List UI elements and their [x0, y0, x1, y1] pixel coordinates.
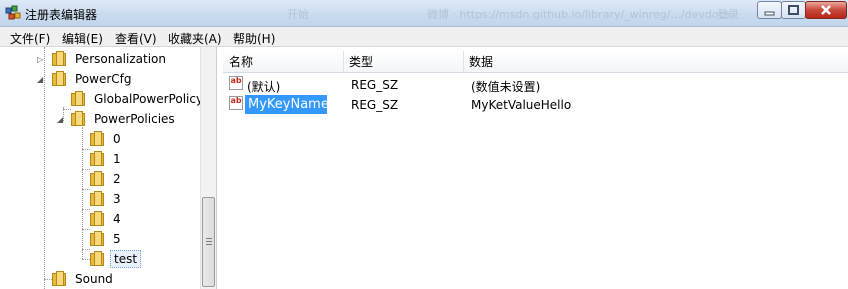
tree-item-label: Sound: [75, 272, 113, 286]
value-data: MyKetValueHello: [471, 98, 572, 112]
background-text-1: 开始: [287, 8, 309, 21]
tree-line: [44, 279, 52, 280]
column-header-data[interactable]: 数据: [463, 51, 843, 73]
folder-icon: [71, 91, 85, 106]
tree-line: [82, 249, 90, 250]
title-bar[interactable]: 注册表编辑器 开始 微博 · https://msdn.github.io/li…: [0, 0, 848, 27]
menu-bar: 文件(F) 编辑(E) 查看(V) 收藏夹(A) 帮助(H): [0, 27, 848, 47]
folder-icon: [90, 191, 104, 206]
maximize-button[interactable]: [781, 1, 806, 19]
background-text-2: 微博 · https://msdn.github.io/library/_win…: [427, 8, 731, 21]
value-name: (默认): [247, 80, 281, 94]
rename-input[interactable]: MyKeyName: [245, 95, 329, 114]
tree-item-label: 1: [113, 152, 121, 166]
folder-icon: [90, 131, 104, 146]
tree-line: [82, 259, 90, 260]
tree-item-label: Personalization: [75, 52, 166, 66]
menu-edit[interactable]: 编辑(E): [62, 30, 103, 47]
value-data: (数值未设置): [471, 80, 541, 94]
list-row-default[interactable]: ab (默认) REG_SZ (数值未设置): [223, 75, 848, 95]
folder-icon: [90, 231, 104, 246]
tree-line: [82, 127, 83, 259]
tree-item-label: test: [110, 250, 142, 268]
tree-line: [82, 209, 90, 210]
chevron-down-icon[interactable]: ◢: [57, 115, 66, 124]
tree-scrollbar[interactable]: [200, 47, 216, 289]
tree-item-label: PowerCfg: [75, 72, 132, 86]
minimize-button[interactable]: [757, 1, 782, 19]
chevron-right-icon[interactable]: ▷: [37, 55, 46, 64]
close-icon: [821, 5, 831, 15]
tree-line: [63, 109, 71, 110]
string-value-icon: ab: [229, 76, 243, 90]
close-button[interactable]: [805, 1, 847, 19]
value-type: REG_SZ: [351, 98, 399, 112]
window-title: 注册表编辑器: [25, 8, 98, 22]
folder-icon: [90, 211, 104, 226]
folder-icon: [90, 151, 104, 166]
folder-icon: [90, 251, 104, 266]
tree-item-label: 5: [113, 232, 121, 246]
folder-open-icon: [71, 111, 85, 126]
registry-editor-icon: [5, 5, 21, 20]
tree-item-label: PowerPolicies: [94, 112, 175, 126]
menu-help[interactable]: 帮助(H): [233, 30, 275, 47]
grip-icon: [206, 244, 212, 245]
grip-icon: [206, 238, 212, 239]
folder-icon: [90, 171, 104, 186]
string-value-icon: ab: [229, 96, 243, 110]
background-text-3: 登录: [717, 8, 739, 21]
tree-line: [82, 229, 90, 230]
scrollbar-thumb[interactable]: [202, 197, 215, 287]
tree-item-label: 2: [113, 172, 121, 186]
minimize-icon: [764, 11, 775, 16]
folder-open-icon: [52, 71, 66, 86]
values-list[interactable]: 名称 类型 数据 ab (默认) REG_SZ (数值未设置) ab MyKey…: [223, 47, 848, 289]
tree-item-label: 4: [113, 212, 121, 226]
folder-icon: [52, 51, 66, 66]
tree-line: [82, 169, 90, 170]
folder-icon: [52, 271, 66, 286]
column-header-name[interactable]: 名称: [223, 51, 343, 73]
menu-file[interactable]: 文件(F): [10, 30, 50, 47]
tree-item-label: 3: [113, 192, 121, 206]
tree-line: [82, 149, 90, 150]
column-header-type[interactable]: 类型: [343, 51, 463, 73]
tree-item-label: GlobalPowerPolicy: [94, 92, 204, 106]
tree-item-label: 0: [113, 132, 121, 146]
maximize-icon: [788, 5, 799, 15]
menu-favorites[interactable]: 收藏夹(A): [168, 30, 222, 47]
tree-line: [82, 189, 90, 190]
menu-view[interactable]: 查看(V): [115, 30, 157, 47]
grip-icon: [206, 241, 212, 242]
value-type: REG_SZ: [351, 78, 399, 92]
chevron-down-icon[interactable]: ◢: [37, 75, 46, 84]
registry-tree[interactable]: ▷ Personalization ◢ PowerCfg GlobalPower…: [0, 47, 217, 289]
list-row-mykeyname[interactable]: ab MyKeyName REG_SZ MyKetValueHello: [223, 95, 848, 115]
